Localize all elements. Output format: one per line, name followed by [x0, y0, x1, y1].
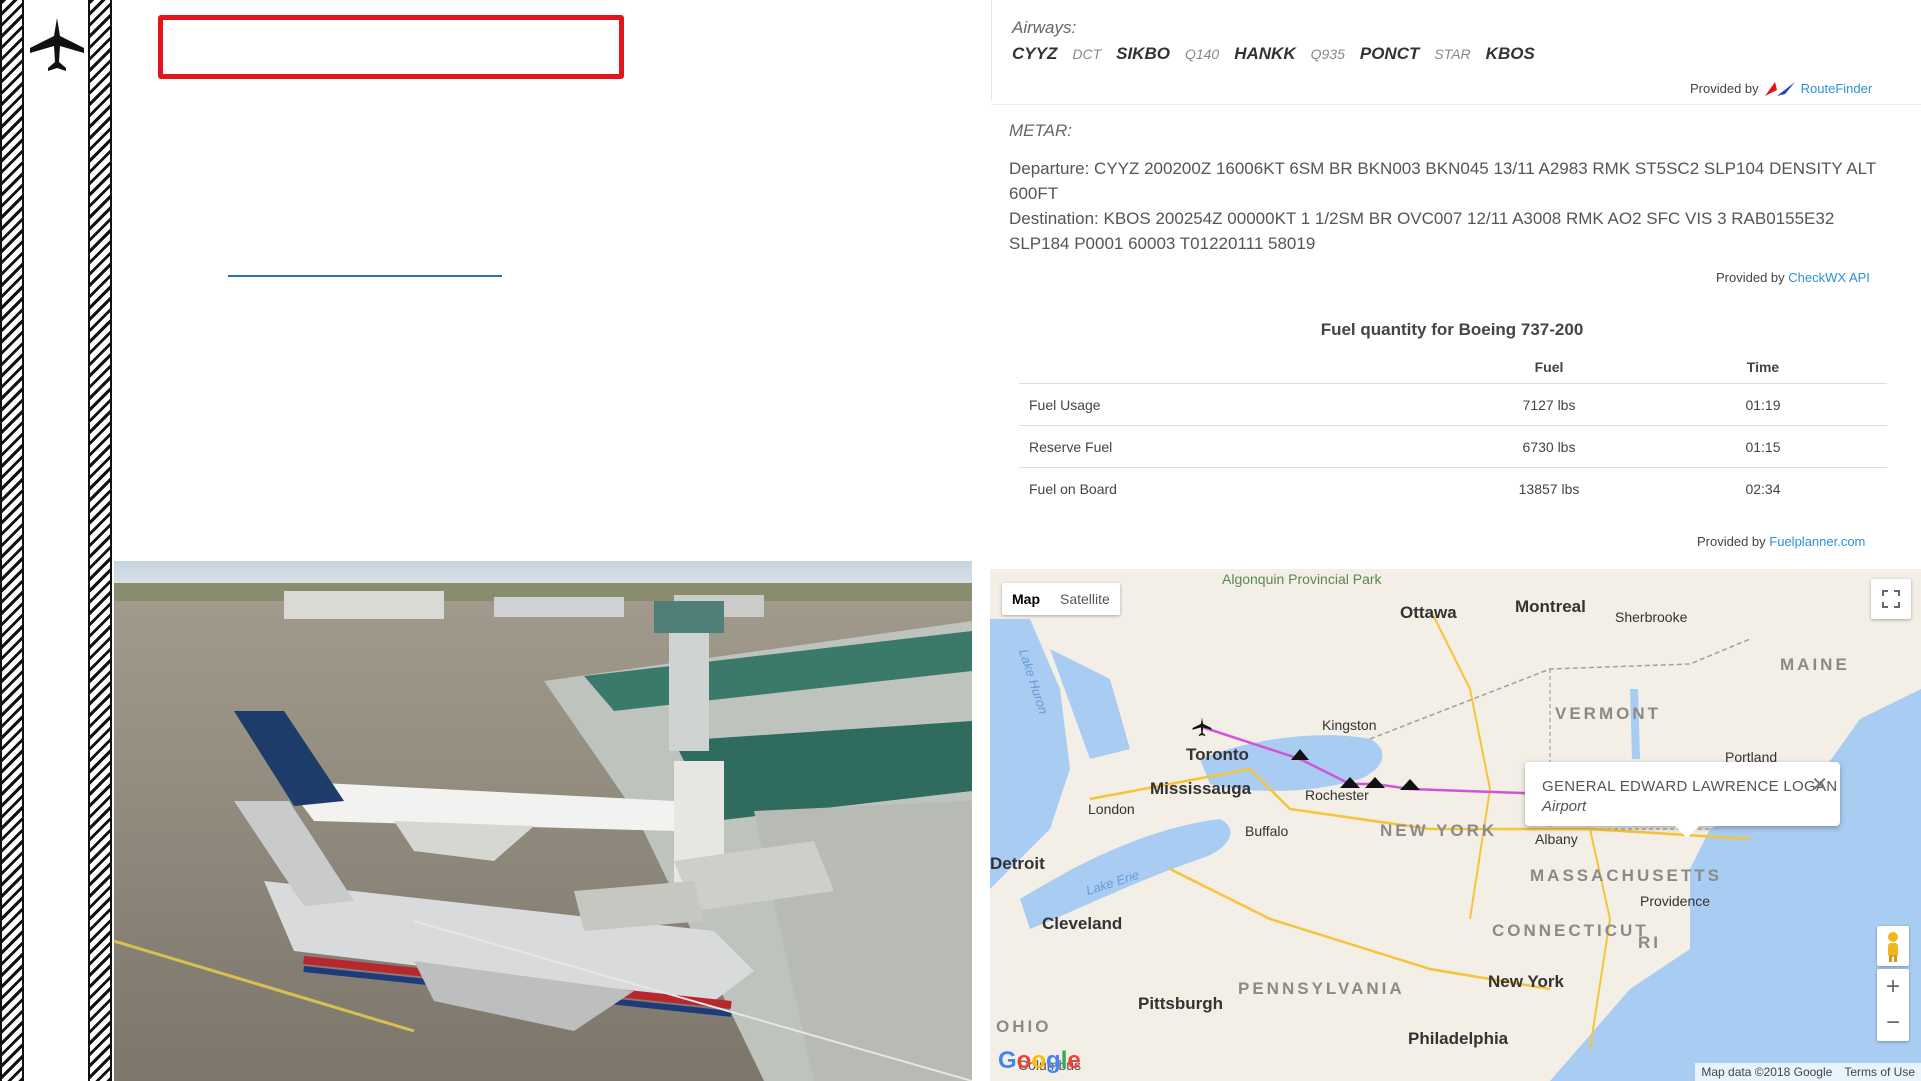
zoom-in-button[interactable]: +: [1877, 969, 1909, 1005]
map-label-rochester: Rochester: [1305, 787, 1369, 803]
row-fuel: 7127 lbs: [1459, 383, 1639, 426]
routefinder-link[interactable]: RouteFinder: [1801, 81, 1873, 96]
table-row: Fuel Usage 7127 lbs 01:19: [1019, 383, 1887, 426]
credit-prefix: Provided by: [1690, 81, 1759, 96]
map-type-satellite-button[interactable]: Satellite: [1050, 583, 1120, 615]
zoom-control: + −: [1877, 969, 1909, 1041]
map-type-map-button[interactable]: Map: [1002, 583, 1050, 615]
fullscreen-button[interactable]: [1871, 579, 1911, 619]
route-waypoint: CYYZ: [1012, 44, 1058, 63]
map-label-pittsburgh: Pittsburgh: [1138, 994, 1223, 1013]
zoom-out-button[interactable]: −: [1877, 1005, 1909, 1041]
info-airport-type: Airport: [1542, 798, 1587, 815]
right-stripe-border: [88, 0, 112, 1081]
route-string: CYYZ DCT SIKBO Q140 HANKK Q935 PONCT STA…: [1012, 44, 1535, 64]
info-airport-name: GENERAL EDWARD LAWRENCE LOGAN: [1542, 778, 1838, 795]
route-waypoint: KBOS: [1485, 44, 1535, 63]
fuel-table-header: Fuel Time: [1019, 350, 1887, 384]
airplane-logo-icon[interactable]: [26, 14, 88, 76]
map-label-vermont: VERMONT: [1555, 704, 1661, 723]
fuel-title: Fuel quantity for Boeing 737-200: [1320, 320, 1584, 339]
fuelplanner-link[interactable]: Fuelplanner.com: [1769, 534, 1865, 549]
street-view-pegman-icon[interactable]: [1877, 926, 1909, 966]
credit-prefix: Provided by: [1716, 270, 1785, 285]
map-label-algonquin: Algonquin Provincial Park: [1222, 571, 1382, 587]
map-label-mississauga: Mississauga: [1150, 779, 1252, 798]
checkwx-credit: Provided by CheckWX API: [1716, 270, 1870, 285]
map-label-buffalo: Buffalo: [1245, 823, 1289, 839]
route-waypoint: PONCT: [1359, 44, 1420, 63]
left-stripe-border: [0, 0, 24, 1081]
map-label-detroit: Detroit: [990, 854, 1045, 873]
metar-label: METAR:: [1009, 121, 1072, 140]
credit-prefix: Provided by: [1697, 534, 1766, 549]
row-time: 01:19: [1639, 383, 1887, 426]
fuelplanner-credit: Provided by Fuelplanner.com: [1697, 534, 1865, 549]
route-airway: STAR: [1434, 46, 1471, 62]
map-label-toronto: Toronto: [1186, 745, 1249, 764]
map-data-credit: Map data ©2018 Google: [1701, 1065, 1833, 1079]
row-fuel: 6730 lbs: [1459, 425, 1639, 468]
map-label-new-york-state: NEW YORK: [1380, 821, 1498, 840]
row-time: 02:34: [1639, 467, 1887, 509]
table-row: Reserve Fuel 6730 lbs 01:15: [1019, 425, 1887, 468]
map-label-philadelphia: Philadelphia: [1408, 1029, 1509, 1048]
map-label-connecticut: CONNECTICUT: [1492, 921, 1649, 940]
map-label-sherbrooke: Sherbrooke: [1615, 609, 1688, 625]
row-fuel: 13857 lbs: [1459, 467, 1639, 509]
row-label: Reserve Fuel: [1019, 425, 1459, 468]
row-time: 01:15: [1639, 425, 1887, 468]
map-label-new-york: New York: [1488, 972, 1564, 991]
close-icon[interactable]: ✕: [1811, 772, 1828, 797]
map-label-maine: MAINE: [1780, 655, 1850, 674]
map-label-massachusetts: MASSACHUSETTS: [1530, 866, 1723, 885]
route-airway: Q935: [1310, 46, 1345, 62]
map-label-ri: RI: [1638, 933, 1661, 952]
column-header: [1019, 350, 1459, 384]
route-map[interactable]: Algonquin Provincial Park Ottawa Montrea…: [990, 569, 1921, 1081]
fullscreen-icon: [1882, 590, 1900, 608]
map-label-providence: Providence: [1640, 893, 1711, 909]
map-label-ohio: OHIO: [996, 1017, 1052, 1036]
map-label-london: London: [1088, 801, 1135, 817]
panel-divider: [991, 0, 992, 100]
google-logo: Google: [998, 1047, 1081, 1074]
map-label-cleveland: Cleveland: [1042, 914, 1123, 933]
route-waypoint: HANKK: [1234, 44, 1296, 63]
section-divider: [991, 104, 1921, 105]
route-waypoint: SIKBO: [1116, 44, 1170, 63]
route-airway: Q140: [1184, 46, 1220, 62]
metar-departure: Departure: CYYZ 200200Z 16006KT 6SM BR B…: [1009, 159, 1876, 203]
airport-apron-photo: [114, 561, 972, 1081]
link-underline[interactable]: [228, 275, 502, 277]
routefinder-logo-icon: [1764, 81, 1795, 96]
terms-of-use-link[interactable]: Terms of Use: [1844, 1065, 1915, 1079]
fuel-table: Fuel Time Fuel Usage 7127 lbs 01:19 Rese…: [1019, 350, 1887, 509]
map-type-control: Map Satellite: [1002, 583, 1120, 615]
map-label-pennsylvania: PENNSYLVANIA: [1238, 979, 1405, 998]
map-attribution: Map data ©2018 Google Terms of Use: [1695, 1063, 1921, 1081]
route-airway: DCT: [1072, 46, 1102, 62]
routefinder-credit: Provided by RouteFinder: [1690, 81, 1872, 96]
column-header-time: Time: [1746, 358, 1780, 375]
row-label: Fuel Usage: [1019, 383, 1459, 426]
metar-destination: Destination: KBOS 200254Z 00000KT 1 1/2S…: [1009, 209, 1835, 253]
airways-label: Airways:: [1012, 18, 1077, 37]
map-label-albany: Albany: [1535, 831, 1578, 847]
map-label-montreal: Montreal: [1515, 597, 1586, 616]
column-header-fuel: Fuel: [1534, 358, 1564, 375]
map-label-ottawa: Ottawa: [1400, 603, 1457, 622]
table-row: Fuel on Board 13857 lbs 02:34: [1019, 467, 1887, 509]
airport-info-window: GENERAL EDWARD LAWRENCE LOGAN Airport ✕: [1525, 762, 1840, 838]
empty-title-box: [158, 15, 624, 79]
row-label: Fuel on Board: [1019, 467, 1459, 509]
map-label-kingston: Kingston: [1322, 717, 1377, 733]
checkwx-link[interactable]: CheckWX API: [1788, 270, 1870, 285]
